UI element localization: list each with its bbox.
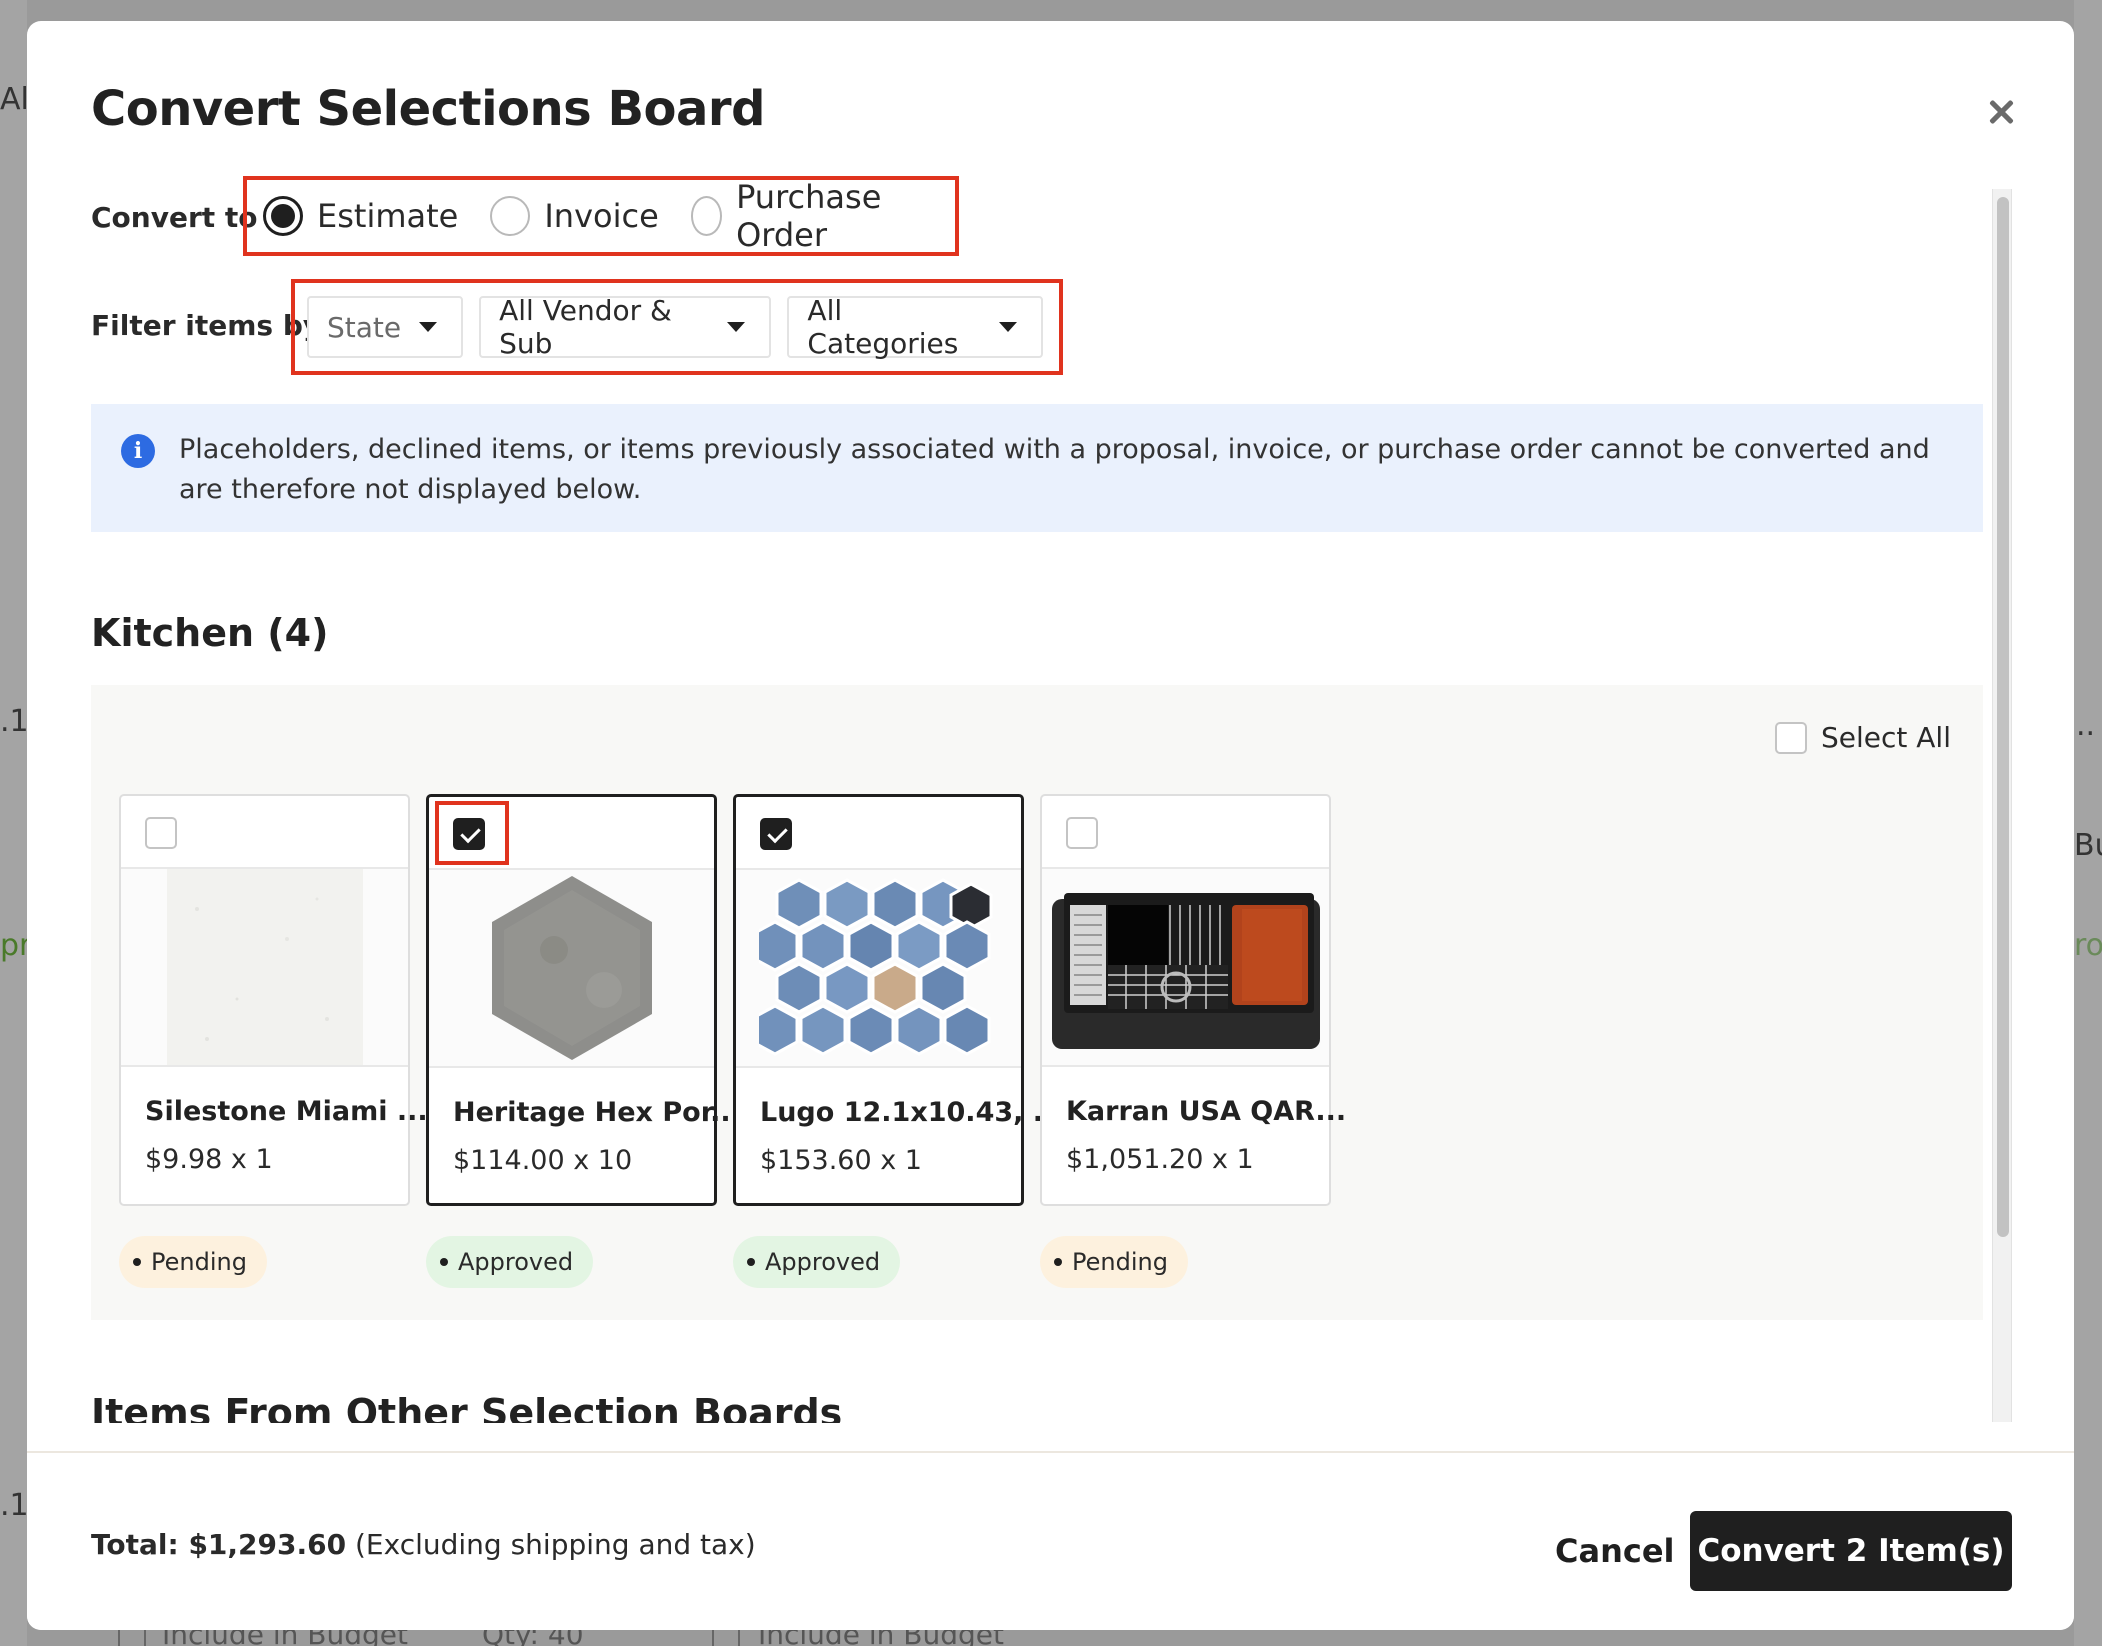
items-panel: Select All Silestone Miami ... $9.98 x 1… <box>91 685 1983 1320</box>
vendor-dropdown[interactable]: All Vendor & Sub <box>479 294 772 360</box>
item-price: $1,051.20 x 1 <box>1066 1144 1254 1175</box>
status-dot-icon <box>747 1258 755 1266</box>
item-name: Silestone Miami ... <box>145 1096 428 1127</box>
radio-estimate-label: Estimate <box>317 197 459 235</box>
status-badge-label: Pending <box>151 1248 247 1276</box>
item-checkbox[interactable] <box>145 817 177 849</box>
radio-invoice[interactable]: Invoice <box>490 196 659 236</box>
background-text: ro <box>2074 928 2102 963</box>
close-icon[interactable] <box>1986 97 2016 127</box>
background-left-strip <box>0 0 27 1646</box>
select-all-label: Select All <box>1821 721 1951 754</box>
section-title-other-boards: Items From Other Selection Boards <box>91 1391 843 1423</box>
workstation-sink-image <box>1051 893 1320 1049</box>
info-text: Placeholders, declined items, or items p… <box>179 434 1930 505</box>
item-price: $153.60 x 1 <box>760 1145 922 1176</box>
status-badge-label: Approved <box>765 1248 881 1276</box>
total-summary: Total: $1,293.60 (Excluding shipping and… <box>91 1528 756 1561</box>
radio-purchase-order-label: Purchase Order <box>736 178 882 254</box>
caret-down-icon <box>999 322 1017 332</box>
radio-invoice-circle[interactable] <box>490 196 531 236</box>
radio-purchase-order[interactable]: Purchase Order <box>690 178 923 254</box>
item-name: Karran USA QAR... <box>1066 1096 1347 1127</box>
info-banner: i Placeholders, declined items, or items… <box>91 404 1983 532</box>
status-dot-icon <box>1054 1258 1062 1266</box>
quartz-slab-image <box>166 869 363 1065</box>
total-note: (Excluding shipping and tax) <box>355 1528 756 1561</box>
section-title-kitchen: Kitchen (4) <box>91 611 329 655</box>
item-price: $9.98 x 1 <box>145 1144 273 1175</box>
item-card[interactable]: Lugo 12.1x10.43, ... $153.60 x 1 <box>733 794 1064 1206</box>
item-name: Heritage Hex Por... <box>453 1097 741 1128</box>
state-dropdown-label: State <box>327 310 402 344</box>
item-name: Lugo 12.1x10.43, ... <box>760 1097 1064 1128</box>
modal-title: Convert Selections Board <box>91 81 765 137</box>
item-card[interactable]: Silestone Miami ... $9.98 x 1 <box>119 794 428 1206</box>
background-right-strip <box>2074 0 2102 1646</box>
other-boards-clip: Items From Other Selection Boards <box>27 1371 2074 1423</box>
status-dot-icon <box>440 1258 448 1266</box>
radio-purchase-order-circle[interactable] <box>690 196 723 236</box>
background-text: .. <box>2076 708 2096 743</box>
item-checkbox[interactable] <box>453 818 485 850</box>
info-icon: i <box>121 434 155 468</box>
item-image-quartz <box>121 869 408 1067</box>
item-price: $114.00 x 10 <box>453 1145 633 1176</box>
item-image-hex-mosaic <box>736 870 1021 1068</box>
radio-invoice-label: Invoice <box>544 197 659 235</box>
convert-to-label: Convert to <box>91 201 258 234</box>
radio-estimate-circle[interactable] <box>263 196 303 236</box>
status-badge: Approved <box>733 1236 901 1288</box>
filter-dropdown-group: State All Vendor & Sub All Categories <box>291 279 1063 375</box>
total-amount: Total: $1,293.60 <box>91 1528 347 1561</box>
status-dot-icon <box>133 1258 141 1266</box>
status-badge-label: Approved <box>458 1248 574 1276</box>
caret-down-icon <box>419 322 438 332</box>
convert-button[interactable]: Convert 2 Item(s) <box>1690 1511 2012 1591</box>
scrollbar[interactable] <box>1992 189 2012 1422</box>
status-badge: Pending <box>119 1236 267 1288</box>
item-card-header <box>429 797 714 870</box>
item-image-hex-tile <box>429 870 714 1068</box>
item-checkbox[interactable] <box>1066 817 1098 849</box>
status-badge: Pending <box>1040 1236 1188 1288</box>
categories-dropdown-label: All Categories <box>807 294 959 360</box>
state-dropdown[interactable]: State <box>307 296 464 358</box>
caret-down-icon <box>727 322 746 332</box>
item-card-header <box>121 796 408 869</box>
categories-dropdown[interactable]: All Categories <box>787 294 1043 360</box>
hex-mosaic-image <box>758 878 992 1056</box>
item-card-header <box>736 797 1021 870</box>
convert-to-radio-group: Estimate Invoice Purchase Order <box>243 176 959 256</box>
background-text: Bu <box>2074 828 2102 863</box>
status-badge-label: Pending <box>1072 1248 1168 1276</box>
item-image-sink <box>1042 869 1329 1067</box>
select-all-checkbox[interactable]: Select All <box>1775 721 1951 754</box>
modal-footer: Total: $1,293.60 (Excluding shipping and… <box>27 1451 2074 1630</box>
item-card[interactable]: Karran USA QAR... $1,051.20 x 1 <box>1040 794 1346 1206</box>
item-card-header <box>1042 796 1329 869</box>
convert-selections-modal: Convert Selections Board Convert to Esti… <box>27 21 2074 1630</box>
item-checkbox[interactable] <box>760 818 792 850</box>
item-card[interactable]: Heritage Hex Por... $114.00 x 10 <box>426 794 741 1206</box>
select-all-box[interactable] <box>1775 721 1807 754</box>
filter-label: Filter items by <box>91 309 322 342</box>
hex-tile-image <box>491 876 652 1060</box>
cancel-button[interactable]: Cancel <box>1523 1511 1707 1591</box>
status-badge: Approved <box>426 1236 594 1288</box>
vendor-dropdown-label: All Vendor & Sub <box>499 294 672 360</box>
scrollbar-thumb[interactable] <box>1997 197 2009 1237</box>
radio-estimate[interactable]: Estimate <box>263 196 458 236</box>
